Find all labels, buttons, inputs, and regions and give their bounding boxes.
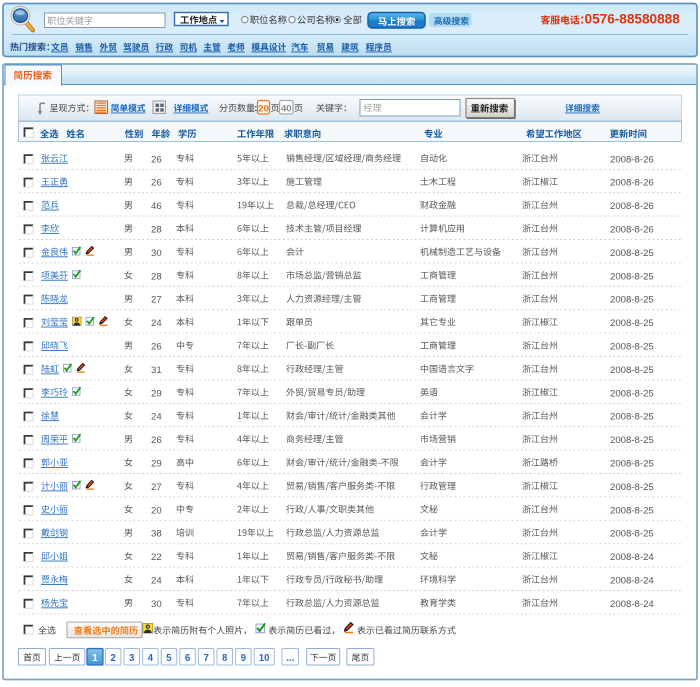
svg-text:1: 1 [92, 653, 98, 664]
svg-text:2008-8-26: 2008-8-26 [610, 225, 654, 236]
svg-text:24: 24 [151, 576, 162, 587]
svg-text:2008-8-24: 2008-8-24 [610, 599, 654, 610]
svg-text:2008-8-25: 2008-8-25 [610, 318, 654, 329]
svg-text:10: 10 [259, 653, 270, 664]
svg-text:26: 26 [151, 154, 162, 165]
svg-text:2008-8-24: 2008-8-24 [610, 552, 654, 563]
svg-text:38: 38 [151, 529, 162, 540]
svg-text:2008-8-25: 2008-8-25 [610, 459, 654, 470]
svg-text:4: 4 [148, 653, 154, 664]
svg-text:30: 30 [151, 248, 162, 259]
svg-text:24: 24 [151, 412, 162, 423]
svg-text:29: 29 [151, 459, 162, 470]
svg-text:46: 46 [151, 201, 162, 212]
svg-text:...: ... [286, 653, 294, 664]
svg-text:28: 28 [151, 271, 162, 282]
svg-text:2008-8-25: 2008-8-25 [610, 435, 654, 446]
svg-text:7: 7 [203, 653, 208, 664]
svg-text:31: 31 [151, 365, 162, 376]
svg-text:2008-8-25: 2008-8-25 [610, 248, 654, 259]
svg-text:27: 27 [151, 295, 162, 306]
svg-text:27: 27 [151, 482, 162, 493]
svg-text:2008-8-25: 2008-8-25 [610, 482, 654, 493]
svg-text:40: 40 [281, 103, 292, 114]
svg-text:20: 20 [151, 505, 162, 516]
svg-text:2008-8-25: 2008-8-25 [610, 342, 654, 353]
svg-text:2008-8-26: 2008-8-26 [610, 154, 654, 165]
svg-text:2008-8-25: 2008-8-25 [610, 505, 654, 516]
svg-text:2008-8-25: 2008-8-25 [610, 295, 654, 306]
svg-text:2008-8-26: 2008-8-26 [610, 178, 654, 189]
svg-text:5: 5 [166, 653, 172, 664]
svg-text:2008-8-26: 2008-8-26 [610, 201, 654, 212]
svg-text::0576-88580888: :0576-88580888 [580, 11, 680, 26]
svg-text:26: 26 [151, 435, 162, 446]
svg-text:29: 29 [151, 388, 162, 399]
svg-text:2008-8-25: 2008-8-25 [610, 388, 654, 399]
svg-text:24: 24 [151, 318, 162, 329]
svg-text:2008-8-24: 2008-8-24 [610, 576, 654, 587]
svg-text:6: 6 [185, 653, 191, 664]
svg-text:2008-8-25: 2008-8-25 [610, 365, 654, 376]
svg-text:20: 20 [258, 103, 269, 114]
svg-text:2: 2 [110, 653, 115, 664]
svg-text:28: 28 [151, 225, 162, 236]
svg-text:30: 30 [151, 599, 162, 610]
svg-text:2008-8-25: 2008-8-25 [610, 271, 654, 282]
svg-text:8: 8 [222, 653, 228, 664]
svg-text:3: 3 [129, 653, 135, 664]
svg-text:22: 22 [151, 552, 162, 563]
svg-text:2008-8-25: 2008-8-25 [610, 529, 654, 540]
svg-text:26: 26 [151, 342, 162, 353]
svg-text:2008-8-25: 2008-8-25 [610, 412, 654, 423]
svg-text:9: 9 [241, 653, 247, 664]
svg-text:26: 26 [151, 178, 162, 189]
svg-text::: : [254, 103, 257, 113]
